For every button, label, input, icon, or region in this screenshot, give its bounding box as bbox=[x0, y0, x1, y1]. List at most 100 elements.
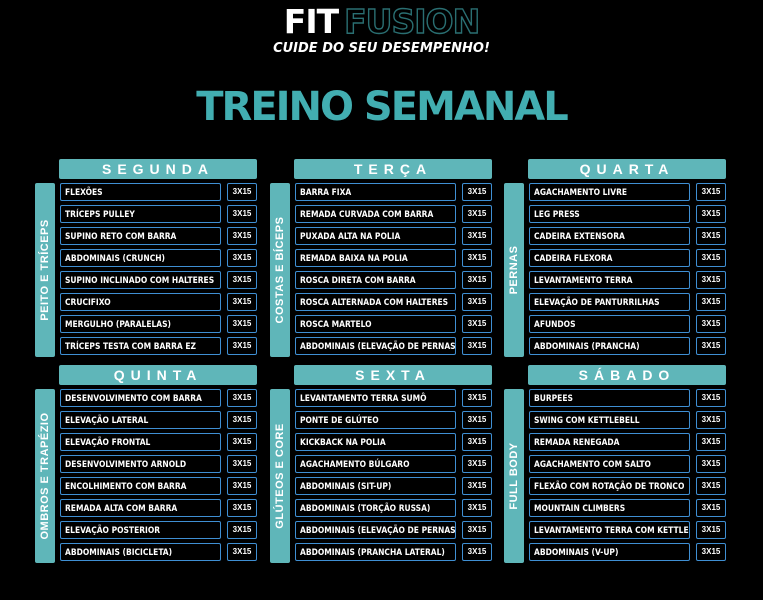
exercise-name: PUXADA ALTA NA POLIA bbox=[295, 227, 456, 245]
exercise-name: ABDOMINAIS (TORÇÃO RUSSA) bbox=[295, 499, 456, 517]
exercise-sets: 3X15 bbox=[462, 271, 492, 289]
exercise-sets: 3X15 bbox=[462, 337, 492, 355]
exercise-name: DESENVOLVIMENTO COM BARRA bbox=[60, 389, 221, 407]
day-header: TERÇA bbox=[294, 159, 492, 179]
exercise-sets: 3X15 bbox=[227, 227, 257, 245]
exercise-name: FLEXÕES bbox=[60, 183, 221, 201]
day-header: SEGUNDA bbox=[59, 159, 257, 179]
exercise-name: LEVANTAMENTO TERRA bbox=[529, 271, 690, 289]
exercise-name: AFUNDOS bbox=[529, 315, 690, 333]
exercise-name: SUPINO INCLINADO COM HALTERES bbox=[60, 271, 221, 289]
muscle-group-bar: PERNAS bbox=[504, 183, 524, 357]
exercise-sets: 3X15 bbox=[696, 337, 726, 355]
exercise-sets: 3X15 bbox=[227, 477, 257, 495]
day-header: QUINTA bbox=[59, 365, 257, 385]
exercise-name: MOUNTAIN CLIMBERS bbox=[529, 499, 690, 517]
exercise-name: ABDOMINAIS (PRANCHA LATERAL) bbox=[295, 543, 456, 561]
exercise-sets: 3X15 bbox=[462, 315, 492, 333]
exercise-name: ABDOMINAIS (CRUNCH) bbox=[60, 249, 221, 267]
exercise-sets: 3X15 bbox=[462, 205, 492, 223]
exercise-sets: 3X15 bbox=[227, 249, 257, 267]
day-panel: QUARTA PERNAS AGACHAMENTO LIVRE 3X15 LEG PRE… bbox=[504, 159, 726, 357]
exercise-sets: 3X15 bbox=[462, 411, 492, 429]
exercise-sets: 3X15 bbox=[696, 249, 726, 267]
exercise-name: CADEIRA EXTENSORA bbox=[529, 227, 690, 245]
muscle-group-label: COSTAS E BÍCEPS bbox=[274, 216, 286, 324]
exercise-sets: 3X15 bbox=[462, 249, 492, 267]
exercise-sets: 3X15 bbox=[696, 455, 726, 473]
exercise-sets: 3X15 bbox=[462, 293, 492, 311]
exercise-name: AGACHAMENTO LIVRE bbox=[529, 183, 690, 201]
exercise-sets: 3X15 bbox=[696, 433, 726, 451]
day-panel: TERÇA COSTAS E BÍCEPS BARRA FIXA 3X15 REMADA… bbox=[270, 159, 492, 357]
day-panel: SÁBADO FULL BODY BURPEES 3X15 SWING COM KETT… bbox=[504, 365, 726, 563]
exercise-sets: 3X15 bbox=[696, 293, 726, 311]
exercise-name: ABDOMINAIS (ELEVAÇÃO DE PERNAS) bbox=[295, 337, 456, 355]
exercise-name: ENCOLHIMENTO COM BARRA bbox=[60, 477, 221, 495]
exercise-name: PONTE DE GLÚTEO bbox=[295, 411, 456, 429]
exercise-name: SUPINO RETO COM BARRA bbox=[60, 227, 221, 245]
exercise-name: BURPEES bbox=[529, 389, 690, 407]
exercise-sets: 3X15 bbox=[462, 389, 492, 407]
muscle-group-label: GLÚTEOS E CORE bbox=[274, 423, 286, 529]
exercise-name: TRÍCEPS PULLEY bbox=[60, 205, 221, 223]
exercise-sets: 3X15 bbox=[462, 433, 492, 451]
exercise-sets: 3X15 bbox=[227, 337, 257, 355]
exercise-name: BARRA FIXA bbox=[295, 183, 456, 201]
exercise-sets: 3X15 bbox=[696, 315, 726, 333]
exercise-name: DESENVOLVIMENTO ARNOLD bbox=[60, 455, 221, 473]
exercise-name: ROSCA MARTELO bbox=[295, 315, 456, 333]
exercise-sets: 3X15 bbox=[696, 389, 726, 407]
exercise-sets: 3X15 bbox=[696, 205, 726, 223]
brand-tagline: CUIDE DO SEU DESEMPENHO! bbox=[273, 41, 490, 56]
exercise-sets: 3X15 bbox=[227, 389, 257, 407]
exercise-name: ROSCA DIRETA COM BARRA bbox=[295, 271, 456, 289]
exercise-name: ROSCA ALTERNADA COM HALTERES bbox=[295, 293, 456, 311]
muscle-group-bar: PEITO E TRÍCEPS bbox=[35, 183, 55, 357]
exercise-sets: 3X15 bbox=[227, 499, 257, 517]
exercise-name: FLEXÃO COM ROTAÇÃO DE TRONCO bbox=[529, 477, 690, 495]
exercise-sets: 3X15 bbox=[227, 543, 257, 561]
exercise-sets: 3X15 bbox=[696, 411, 726, 429]
day-panel: SEGUNDA PEITO E TRÍCEPS FLEXÕES 3X15 TRÍCEPS… bbox=[35, 159, 257, 357]
exercise-sets: 3X15 bbox=[227, 271, 257, 289]
exercise-sets: 3X15 bbox=[462, 521, 492, 539]
brand-logo: FIT FUSION bbox=[0, 2, 763, 41]
exercise-name: REMADA RENEGADA bbox=[529, 433, 690, 451]
exercise-name: ABDOMINAIS (V-UP) bbox=[529, 543, 690, 561]
muscle-group-label: FULL BODY bbox=[508, 442, 520, 510]
exercise-sets: 3X15 bbox=[696, 521, 726, 539]
exercise-name: ABDOMINAIS (SIT-UP) bbox=[295, 477, 456, 495]
exercise-sets: 3X15 bbox=[227, 205, 257, 223]
exercise-name: ELEVAÇÃO FRONTAL bbox=[60, 433, 221, 451]
exercise-sets: 3X15 bbox=[696, 477, 726, 495]
exercise-sets: 3X15 bbox=[462, 543, 492, 561]
exercise-name: AGACHAMENTO COM SALTO bbox=[529, 455, 690, 473]
exercise-name: REMADA CURVADA COM BARRA bbox=[295, 205, 456, 223]
exercise-name: ABDOMINAIS (PRANCHA) bbox=[529, 337, 690, 355]
exercise-name: LEG PRESS bbox=[529, 205, 690, 223]
brand-fit: FIT bbox=[283, 2, 339, 41]
exercise-name: REMADA BAIXA NA POLIA bbox=[295, 249, 456, 267]
exercise-sets: 3X15 bbox=[227, 411, 257, 429]
exercise-sets: 3X15 bbox=[696, 543, 726, 561]
exercise-sets: 3X15 bbox=[462, 477, 492, 495]
exercise-sets: 3X15 bbox=[462, 183, 492, 201]
exercise-name: ELEVAÇÃO DE PANTURRILHAS bbox=[529, 293, 690, 311]
page-title: TREINO SEMANAL bbox=[196, 84, 569, 130]
exercise-sets: 3X15 bbox=[227, 183, 257, 201]
exercise-name: CRUCIFIXO bbox=[60, 293, 221, 311]
exercise-name: ABDOMINAIS (BICICLETA) bbox=[60, 543, 221, 561]
exercise-sets: 3X15 bbox=[227, 315, 257, 333]
exercise-sets: 3X15 bbox=[696, 271, 726, 289]
day-panel: QUINTA OMBROS E TRAPÉZIO DESENVOLVIMENTO C… bbox=[35, 365, 257, 563]
exercise-sets: 3X15 bbox=[696, 183, 726, 201]
exercise-sets: 3X15 bbox=[227, 433, 257, 451]
exercise-name: AGACHAMENTO BÚLGARO bbox=[295, 455, 456, 473]
muscle-group-bar: GLÚTEOS E CORE bbox=[270, 389, 290, 563]
day-header: SÁBADO bbox=[528, 365, 726, 385]
day-panel: SEXTA GLÚTEOS E CORE LEVANTAMENTO TERRA SU… bbox=[270, 365, 492, 563]
exercise-name: ELEVAÇÃO LATERAL bbox=[60, 411, 221, 429]
brand-fusion: FUSION bbox=[343, 2, 480, 41]
muscle-group-bar: OMBROS E TRAPÉZIO bbox=[35, 389, 55, 563]
